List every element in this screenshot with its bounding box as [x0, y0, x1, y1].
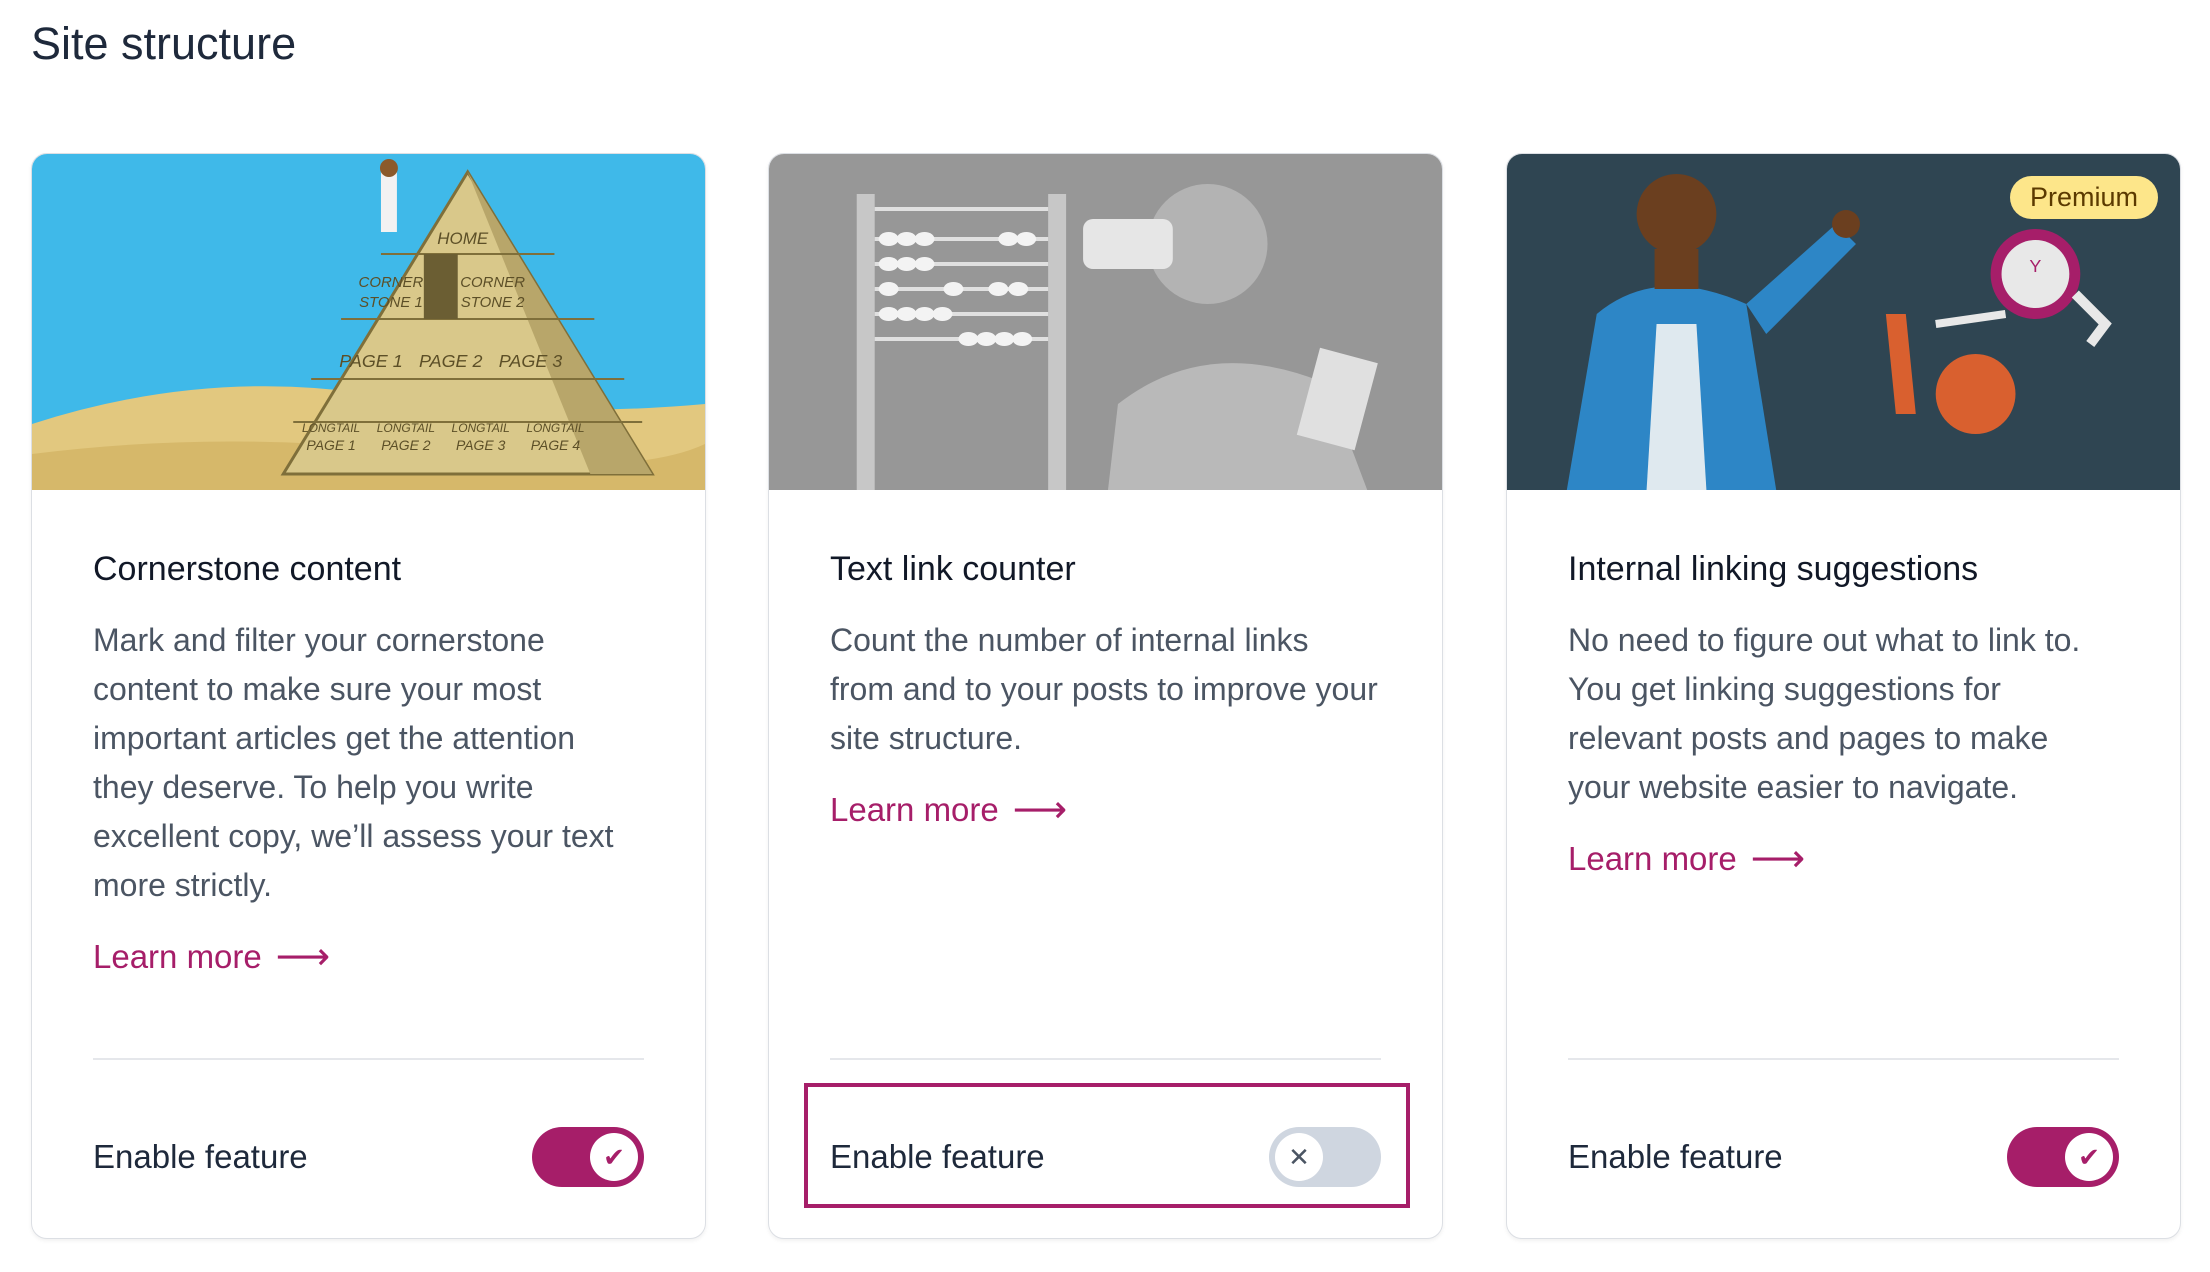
cornerstone-illustration: HOME CORNER STONE 1 CORNER STONE 2 PAGE … — [32, 154, 705, 490]
learn-more-link[interactable]: Learn more ⟶ — [1568, 840, 1805, 878]
check-icon: ✔ — [2065, 1133, 2113, 1181]
pyramid-label: STONE 2 — [461, 294, 525, 311]
learn-more-label: Learn more — [93, 937, 262, 975]
pyramid-label: CORNER — [460, 274, 525, 291]
feature-card-cornerstone: HOME CORNER STONE 1 CORNER STONE 2 PAGE … — [31, 153, 706, 1239]
pyramid-label: LONGTAIL — [526, 421, 584, 435]
pyramid-label: LONGTAIL — [302, 421, 360, 435]
card-footer: Enable feature ✔ — [1568, 1122, 2119, 1192]
pyramid-label: PAGE 2 — [419, 351, 482, 371]
arrow-right-icon: ⟶ — [1750, 837, 1806, 880]
page-title: Site structure — [31, 18, 297, 69]
enable-feature-toggle[interactable]: ✔ — [2007, 1127, 2119, 1187]
card-title: Internal linking suggestions — [1568, 550, 1979, 588]
pyramid-label-home: HOME — [437, 229, 489, 248]
enable-feature-label: Enable feature — [93, 1138, 308, 1175]
check-icon: ✔ — [590, 1133, 638, 1181]
svg-text:Y: Y — [2029, 256, 2041, 276]
text-link-counter-illustration — [769, 154, 1442, 490]
learn-more-label: Learn more — [830, 790, 999, 828]
card-description: No need to figure out what to link to. Y… — [1568, 621, 2081, 805]
focus-outline — [804, 1083, 1410, 1208]
card-description: Count the number of internal links from … — [830, 621, 1378, 756]
enable-feature-toggle[interactable]: ✔ — [532, 1127, 644, 1187]
learn-more-link[interactable]: Learn more ⟶ — [93, 938, 330, 976]
pyramid-label: LONGTAIL — [377, 421, 435, 435]
pyramid-label: PAGE 1 — [306, 437, 355, 453]
premium-badge: Premium — [2009, 176, 2158, 219]
pyramid-label: LONGTAIL — [452, 421, 510, 435]
pyramid-label: STONE 1 — [359, 294, 423, 311]
pyramid-label: CORNER — [359, 274, 424, 291]
learn-more-link[interactable]: Learn more ⟶ — [830, 791, 1067, 829]
feature-card-internal-linking: Y Premium Internal linking suggestions N… — [1506, 153, 2181, 1239]
card-title: Text link counter — [830, 550, 1076, 588]
feature-card-text-link-counter: Text link counter Count the number of in… — [768, 153, 1443, 1239]
arrow-right-icon: ⟶ — [275, 935, 331, 978]
internal-linking-illustration: Y Premium — [1507, 154, 2180, 490]
pyramid-label: PAGE 2 — [381, 437, 431, 453]
pyramid-label: PAGE 4 — [531, 437, 581, 453]
pyramid-label: PAGE 1 — [339, 351, 402, 371]
divider — [93, 1058, 644, 1060]
divider — [830, 1058, 1381, 1060]
card-description: Mark and filter your cornerstone content… — [93, 621, 614, 903]
arrow-right-icon: ⟶ — [1012, 788, 1068, 831]
enable-feature-label: Enable feature — [1568, 1138, 1783, 1175]
divider — [1568, 1058, 2119, 1060]
card-title: Cornerstone content — [93, 550, 402, 588]
pyramid-label: PAGE 3 — [499, 351, 562, 371]
learn-more-label: Learn more — [1568, 839, 1737, 877]
card-footer: Enable feature ✔ — [93, 1122, 644, 1192]
pyramid-label: PAGE 3 — [456, 437, 506, 453]
